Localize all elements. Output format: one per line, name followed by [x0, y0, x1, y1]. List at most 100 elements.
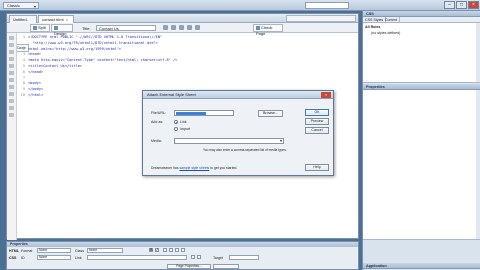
target-label: Target: [213, 256, 223, 260]
outdent-icon[interactable]: [175, 248, 179, 252]
sample-note-suffix: to get you started.: [210, 166, 238, 170]
css-properties-pane: [363, 90, 480, 240]
document-title-input[interactable]: Contact Us: [96, 25, 156, 31]
preview-button[interactable]: Preview: [305, 118, 329, 125]
select-parent-icon[interactable]: [9, 57, 14, 61]
chevron-down-icon: ▾: [279, 138, 282, 143]
file-url-label: File/URL:: [151, 111, 166, 115]
target-select[interactable]: [229, 255, 259, 260]
media-label: Media:: [151, 139, 162, 143]
balance-braces-icon[interactable]: [9, 64, 14, 68]
window-controls: – □ ×: [444, 1, 479, 9]
file-url-input[interactable]: [174, 110, 234, 116]
class-select[interactable]: None: [87, 248, 123, 253]
page-properties-button[interactable]: Page Properties...: [167, 264, 211, 269]
title-label: Title:: [82, 26, 91, 31]
css-rules-pane: All Rules (no styles defined): [363, 23, 480, 83]
dialog-title: Attach External Style Sheet: [143, 91, 333, 99]
dialog-close-button[interactable]: ×: [321, 92, 331, 98]
format-select[interactable]: None: [37, 248, 71, 253]
tab-label: contact.html: [42, 17, 64, 22]
class-label: Class: [75, 249, 84, 253]
indent-icon[interactable]: [181, 248, 185, 252]
expand-icon[interactable]: [9, 50, 14, 54]
ok-button[interactable]: OK: [305, 109, 329, 116]
right-panel-dock: CSS CSS Styles Current All Rules (no sty…: [362, 11, 480, 270]
uncomment-icon[interactable]: [9, 99, 14, 103]
list-item-button[interactable]: [213, 264, 239, 269]
tab-contact[interactable]: contact.html ×: [38, 15, 74, 23]
collapse-icon[interactable]: [9, 43, 14, 47]
workspace-label: Classic: [7, 3, 20, 8]
maximize-button[interactable]: □: [456, 1, 467, 9]
sample-style-sheets-link[interactable]: sample style sheets: [179, 166, 209, 170]
scrollbar[interactable]: [476, 90, 480, 239]
split-view-button[interactable]: Split: [30, 24, 50, 32]
split-icon: [33, 26, 37, 30]
tab-untitled-1[interactable]: Untitled-1×: [9, 15, 37, 29]
globe-icon[interactable]: [171, 25, 176, 30]
attach-external-style-sheet-dialog: Attach External Style Sheet × File/URL: …: [142, 90, 334, 176]
media-hint: You may also enter a comma-separated lis…: [203, 148, 287, 152]
check-icon: [256, 26, 260, 30]
import-radio[interactable]: [174, 127, 178, 131]
close-window-button[interactable]: ×: [468, 1, 479, 9]
style-rule-item[interactable]: (no styles defined): [371, 31, 400, 35]
html-mode-button[interactable]: HTML: [9, 249, 19, 253]
property-inspector: Properties HTML CSS Format None Class No…: [6, 241, 359, 270]
split-view-label: Split: [38, 25, 46, 30]
file-management-icon[interactable]: [163, 25, 168, 30]
folder-icon[interactable]: [197, 255, 201, 259]
coding-toolbar: [7, 33, 17, 240]
chevron-down-icon: ▾: [33, 4, 36, 9]
code-text: </head>: [28, 69, 44, 74]
design-icon: [54, 26, 58, 30]
properties-header[interactable]: Properties: [7, 242, 358, 247]
application-bar: Classic ▾ – □ ×: [0, 0, 480, 11]
minimize-button[interactable]: –: [444, 1, 455, 9]
browse-button[interactable]: Browse...: [258, 110, 283, 117]
link-radio-label: Link: [180, 120, 187, 124]
id-label: ID: [21, 256, 25, 260]
italic-button[interactable]: I: [155, 248, 159, 252]
line-numbers-icon[interactable]: [9, 71, 14, 75]
help-button[interactable]: Help: [305, 164, 329, 171]
sample-sheets-note: Dreamweaver has sample style sheets to g…: [151, 166, 237, 170]
document-tabs: Untitled-1× contact.html×: [7, 14, 358, 29]
media-select[interactable]: ▾: [174, 138, 284, 144]
application-panel-header[interactable]: Application: [363, 263, 480, 269]
visual-aids-icon[interactable]: [195, 25, 200, 30]
open-documents-icon[interactable]: [9, 36, 14, 40]
sample-note-prefix: Dreamweaver has: [151, 166, 179, 170]
css-mode-button[interactable]: CSS: [9, 256, 16, 260]
view-options-icon[interactable]: [187, 25, 192, 30]
close-icon[interactable]: ×: [66, 17, 68, 22]
document-toolbar: Code Split Design Title: Contact Us Chec…: [7, 23, 358, 52]
import-radio-label: Import: [180, 127, 191, 131]
link-input[interactable]: [87, 255, 187, 260]
document-path-bar: [286, 15, 356, 22]
ordered-list-icon[interactable]: [169, 248, 173, 252]
point-to-file-icon[interactable]: [191, 255, 195, 259]
indent-icon[interactable]: [9, 106, 14, 110]
id-select[interactable]: None: [37, 255, 71, 260]
highlight-invalid-icon[interactable]: [9, 78, 14, 82]
workspace-switcher[interactable]: Classic ▾: [3, 2, 39, 9]
unordered-list-icon[interactable]: [163, 248, 167, 252]
design-view-button[interactable]: Design: [51, 24, 73, 36]
outdent-icon[interactable]: [9, 113, 14, 117]
refresh-icon[interactable]: [179, 25, 184, 30]
add-as-label: Add as:: [151, 120, 164, 124]
check-page-button[interactable]: Check Page: [253, 24, 283, 36]
all-rules-label: All Rules: [365, 25, 381, 29]
link-label: Link: [75, 256, 82, 260]
bold-button[interactable]: B: [149, 248, 153, 252]
line-number: 10: [20, 92, 25, 97]
scrollbar[interactable]: [476, 23, 480, 82]
help-search-input[interactable]: [305, 2, 349, 9]
comment-icon[interactable]: [9, 92, 14, 96]
cancel-button[interactable]: Cancel: [305, 127, 329, 134]
word-wrap-icon[interactable]: [9, 85, 14, 89]
link-radio[interactable]: [174, 120, 178, 124]
file-url-selection: [176, 112, 206, 115]
